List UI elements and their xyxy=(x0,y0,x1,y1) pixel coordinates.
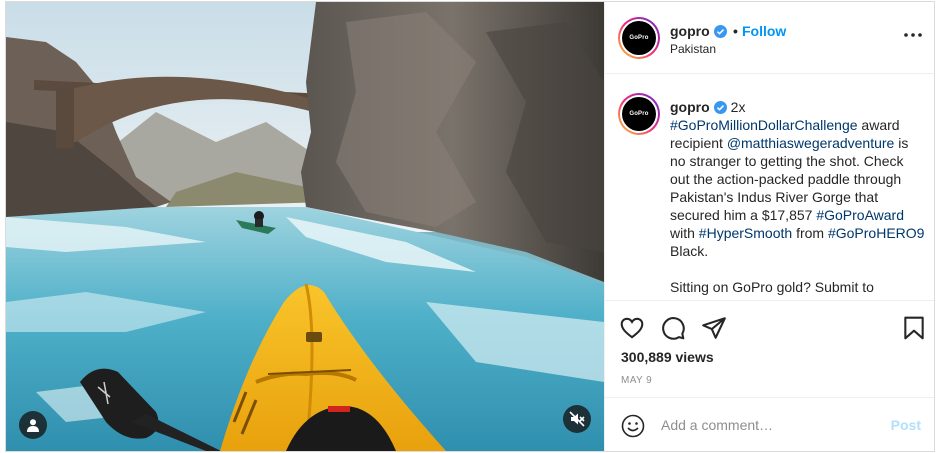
comment-icon[interactable] xyxy=(660,315,686,341)
post-date[interactable]: MAY 9 xyxy=(621,375,652,386)
action-bar xyxy=(605,300,934,352)
user-tag-button[interactable] xyxy=(19,411,47,439)
post-location[interactable]: Pakistan xyxy=(670,42,716,56)
separator-dot: • xyxy=(733,23,738,39)
post-header: GoPro gopro • Follow Pakistan xyxy=(605,2,934,74)
bookmark-icon[interactable] xyxy=(901,315,927,341)
verified-badge-icon xyxy=(713,101,727,114)
hashtag-link[interactable]: #GoProMillionDollarChallenge xyxy=(670,117,858,133)
caption-text: gopro 2x #GoProMillionDollarChallenge awar… xyxy=(670,98,926,296)
hashtag-link[interactable]: #HyperSmooth xyxy=(699,225,792,241)
author-username[interactable]: gopro xyxy=(670,23,727,39)
mention-link[interactable]: @matthiaswegeradventure xyxy=(727,135,895,151)
caption-second-paragraph: Sitting on GoPro gold? Submit to xyxy=(670,279,874,295)
comment-input[interactable] xyxy=(661,414,881,436)
user-tag-icon xyxy=(27,419,39,432)
mute-toggle-button[interactable] xyxy=(563,405,591,433)
volume-off-icon xyxy=(569,411,585,427)
post-side-panel: GoPro gopro • Follow Pakistan GoPro gopr… xyxy=(604,2,934,451)
caption-time-ago: 2x xyxy=(730,99,746,115)
caption-avatar[interactable]: GoPro xyxy=(618,93,660,135)
gopro-logo: GoPro xyxy=(622,97,656,131)
verified-badge-icon xyxy=(713,25,727,38)
post-video[interactable] xyxy=(6,2,604,451)
emoji-icon[interactable] xyxy=(621,414,645,438)
comment-bar: Post xyxy=(605,397,934,451)
caption-fragment: from xyxy=(792,225,828,241)
hashtag-link[interactable]: #GoProAward xyxy=(816,207,904,223)
follow-button[interactable]: Follow xyxy=(742,23,786,39)
views-count[interactable]: 300,889 views xyxy=(621,349,714,365)
caption-username[interactable]: gopro xyxy=(670,99,710,115)
caption-area: GoPro gopro 2x #GoProMillionDollarChalleng… xyxy=(605,75,934,300)
heart-icon[interactable] xyxy=(619,315,645,341)
post-card: GoPro gopro • Follow Pakistan GoPro gopr… xyxy=(5,1,935,452)
share-icon[interactable] xyxy=(701,315,727,341)
hashtag-link[interactable]: #GoProHERO9 xyxy=(828,225,924,241)
gopro-logo: GoPro xyxy=(622,21,656,55)
caption-fragment: Black. xyxy=(670,243,709,259)
caption-fragment: with xyxy=(670,225,699,241)
post-comment-button[interactable]: Post xyxy=(891,417,921,433)
author-avatar[interactable]: GoPro xyxy=(618,17,660,59)
kayak-scene-image xyxy=(6,2,604,451)
more-options-icon[interactable] xyxy=(903,30,923,40)
